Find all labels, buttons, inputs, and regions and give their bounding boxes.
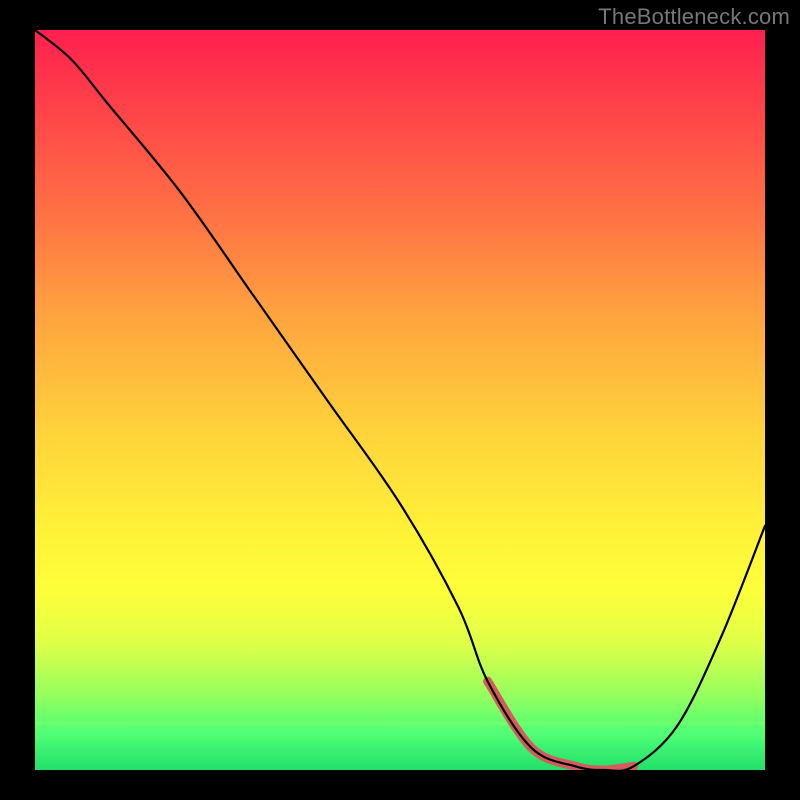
- curve-svg: [35, 30, 765, 770]
- chart-frame: TheBottleneck.com: [0, 0, 800, 800]
- plot-area: [35, 30, 765, 770]
- watermark-text: TheBottleneck.com: [598, 4, 790, 30]
- bottleneck-curve-line: [35, 30, 765, 770]
- optimal-range-highlight: [488, 681, 634, 770]
